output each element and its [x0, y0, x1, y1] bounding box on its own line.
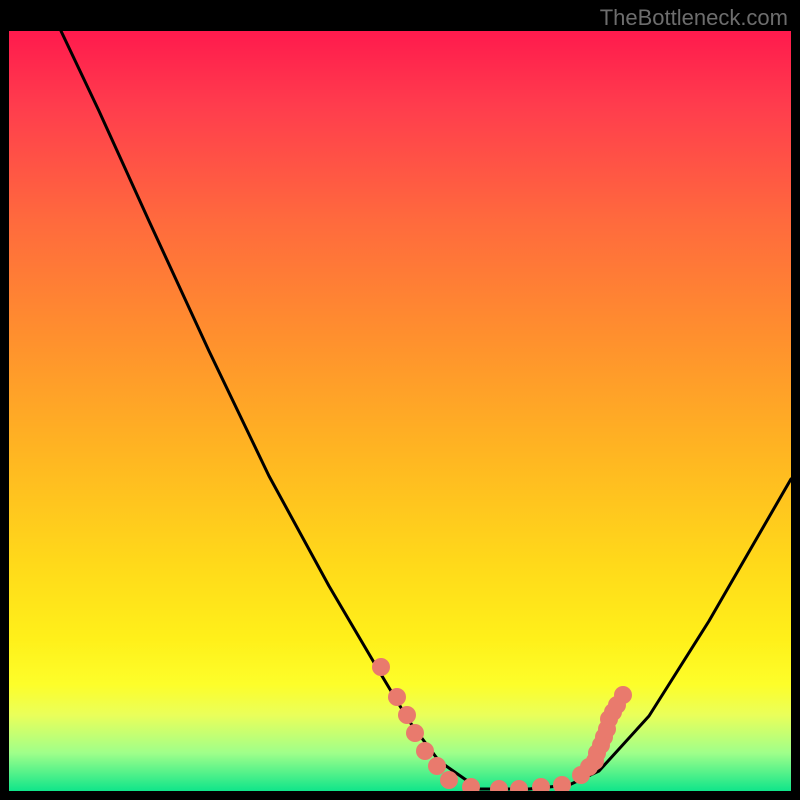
gradient-background	[9, 31, 791, 791]
watermark-text: TheBottleneck.com	[600, 5, 788, 31]
chart-frame	[9, 31, 791, 791]
